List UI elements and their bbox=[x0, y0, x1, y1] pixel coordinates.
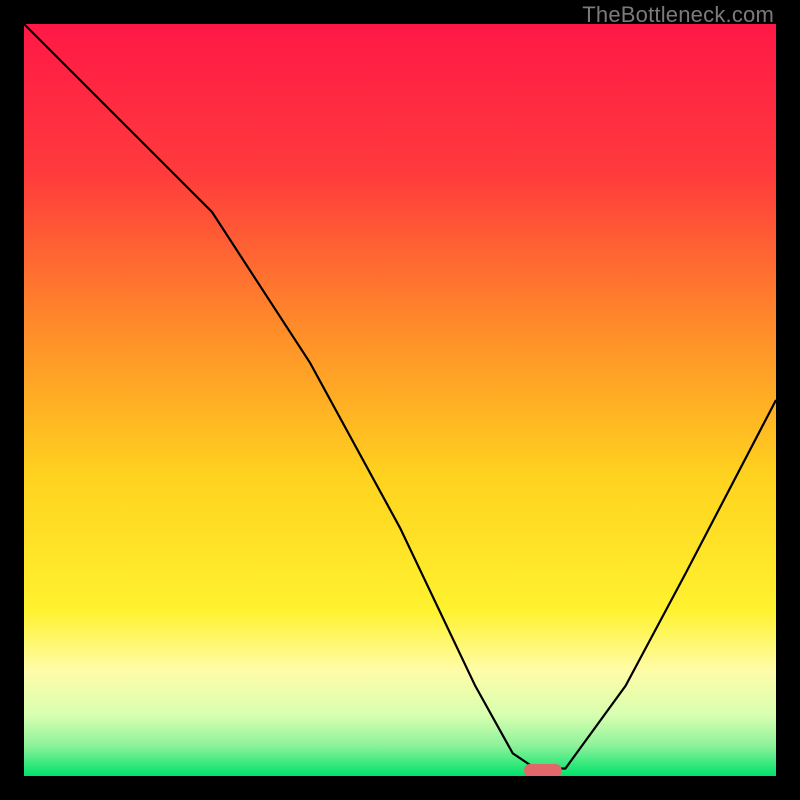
optimal-marker bbox=[524, 764, 562, 776]
bottleneck-chart bbox=[24, 24, 776, 776]
chart-frame bbox=[24, 24, 776, 776]
